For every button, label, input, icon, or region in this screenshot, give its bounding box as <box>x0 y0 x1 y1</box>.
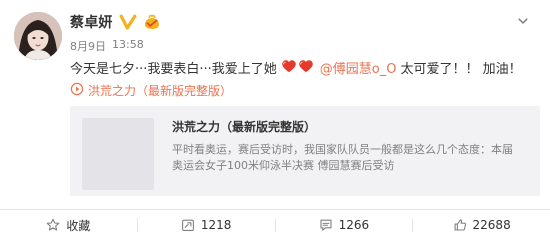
post-text-before: 今天是七夕···我要表白···我爱上了她 <box>70 62 277 77</box>
thumb-up-icon <box>453 218 467 232</box>
action-bar: 收藏 1218 1266 22688 <box>0 210 550 240</box>
post-date[interactable]: 8月9日 <box>70 38 106 54</box>
verified-v-icon <box>119 14 137 30</box>
share-count: 1218 <box>200 218 232 232</box>
like-count: 22688 <box>472 218 511 232</box>
comment-button[interactable]: 1266 <box>276 210 413 240</box>
heart-emoji-icon <box>298 59 314 77</box>
weibo-post-card: 蔡卓妍 8月9日 13:58 今天是七夕···我要表白···我爱上了她 @傅园慧… <box>0 0 550 240</box>
post-text-after: 太可爱了！！ 加油！ <box>400 62 522 77</box>
preview-description: 平时看奥运，赛后受访时，我国家队队员一般都是这么几个态度：本届奥运会女子100米… <box>172 143 513 172</box>
vip-badge-icon <box>143 14 161 30</box>
favorite-label: 收藏 <box>66 218 91 233</box>
like-button[interactable]: 22688 <box>413 210 550 240</box>
preview-thumbnail <box>82 118 154 190</box>
avatar-portrait-image <box>14 12 62 60</box>
post-header: 蔡卓妍 <box>70 12 161 32</box>
share-button[interactable]: 1218 <box>138 210 275 240</box>
more-options-button[interactable] <box>514 12 532 30</box>
username[interactable]: 蔡卓妍 <box>70 12 113 32</box>
chevron-down-icon <box>517 12 529 31</box>
mention-link[interactable]: @傅园慧o_O <box>320 58 397 77</box>
link-preview-card[interactable]: 洪荒之力（最新版完整版） 平时看奥运，赛后受访时，我国家队队员一般都是这么几个态… <box>70 106 540 196</box>
share-icon <box>181 218 195 232</box>
preview-title[interactable]: 洪荒之力（最新版完整版） <box>172 118 316 135</box>
post-text: 今天是七夕···我要表白···我爱上了她 @傅园慧o_O 太可爱了！！ 加油！ <box>70 58 540 77</box>
video-link[interactable]: 洪荒之力（最新版完整版） <box>70 82 232 99</box>
video-link-icon <box>70 82 84 99</box>
hearts-emoji <box>281 59 314 77</box>
post-meta: 8月9日 13:58 <box>70 38 144 54</box>
comment-icon <box>319 218 333 232</box>
video-link-label[interactable]: 洪荒之力（最新版完整版） <box>88 82 232 99</box>
post-time[interactable]: 13:58 <box>112 38 144 54</box>
heart-emoji-icon <box>281 59 297 77</box>
star-icon <box>46 218 60 232</box>
favorite-button[interactable]: 收藏 <box>0 210 137 240</box>
avatar[interactable] <box>14 12 62 60</box>
comment-count: 1266 <box>338 218 370 232</box>
